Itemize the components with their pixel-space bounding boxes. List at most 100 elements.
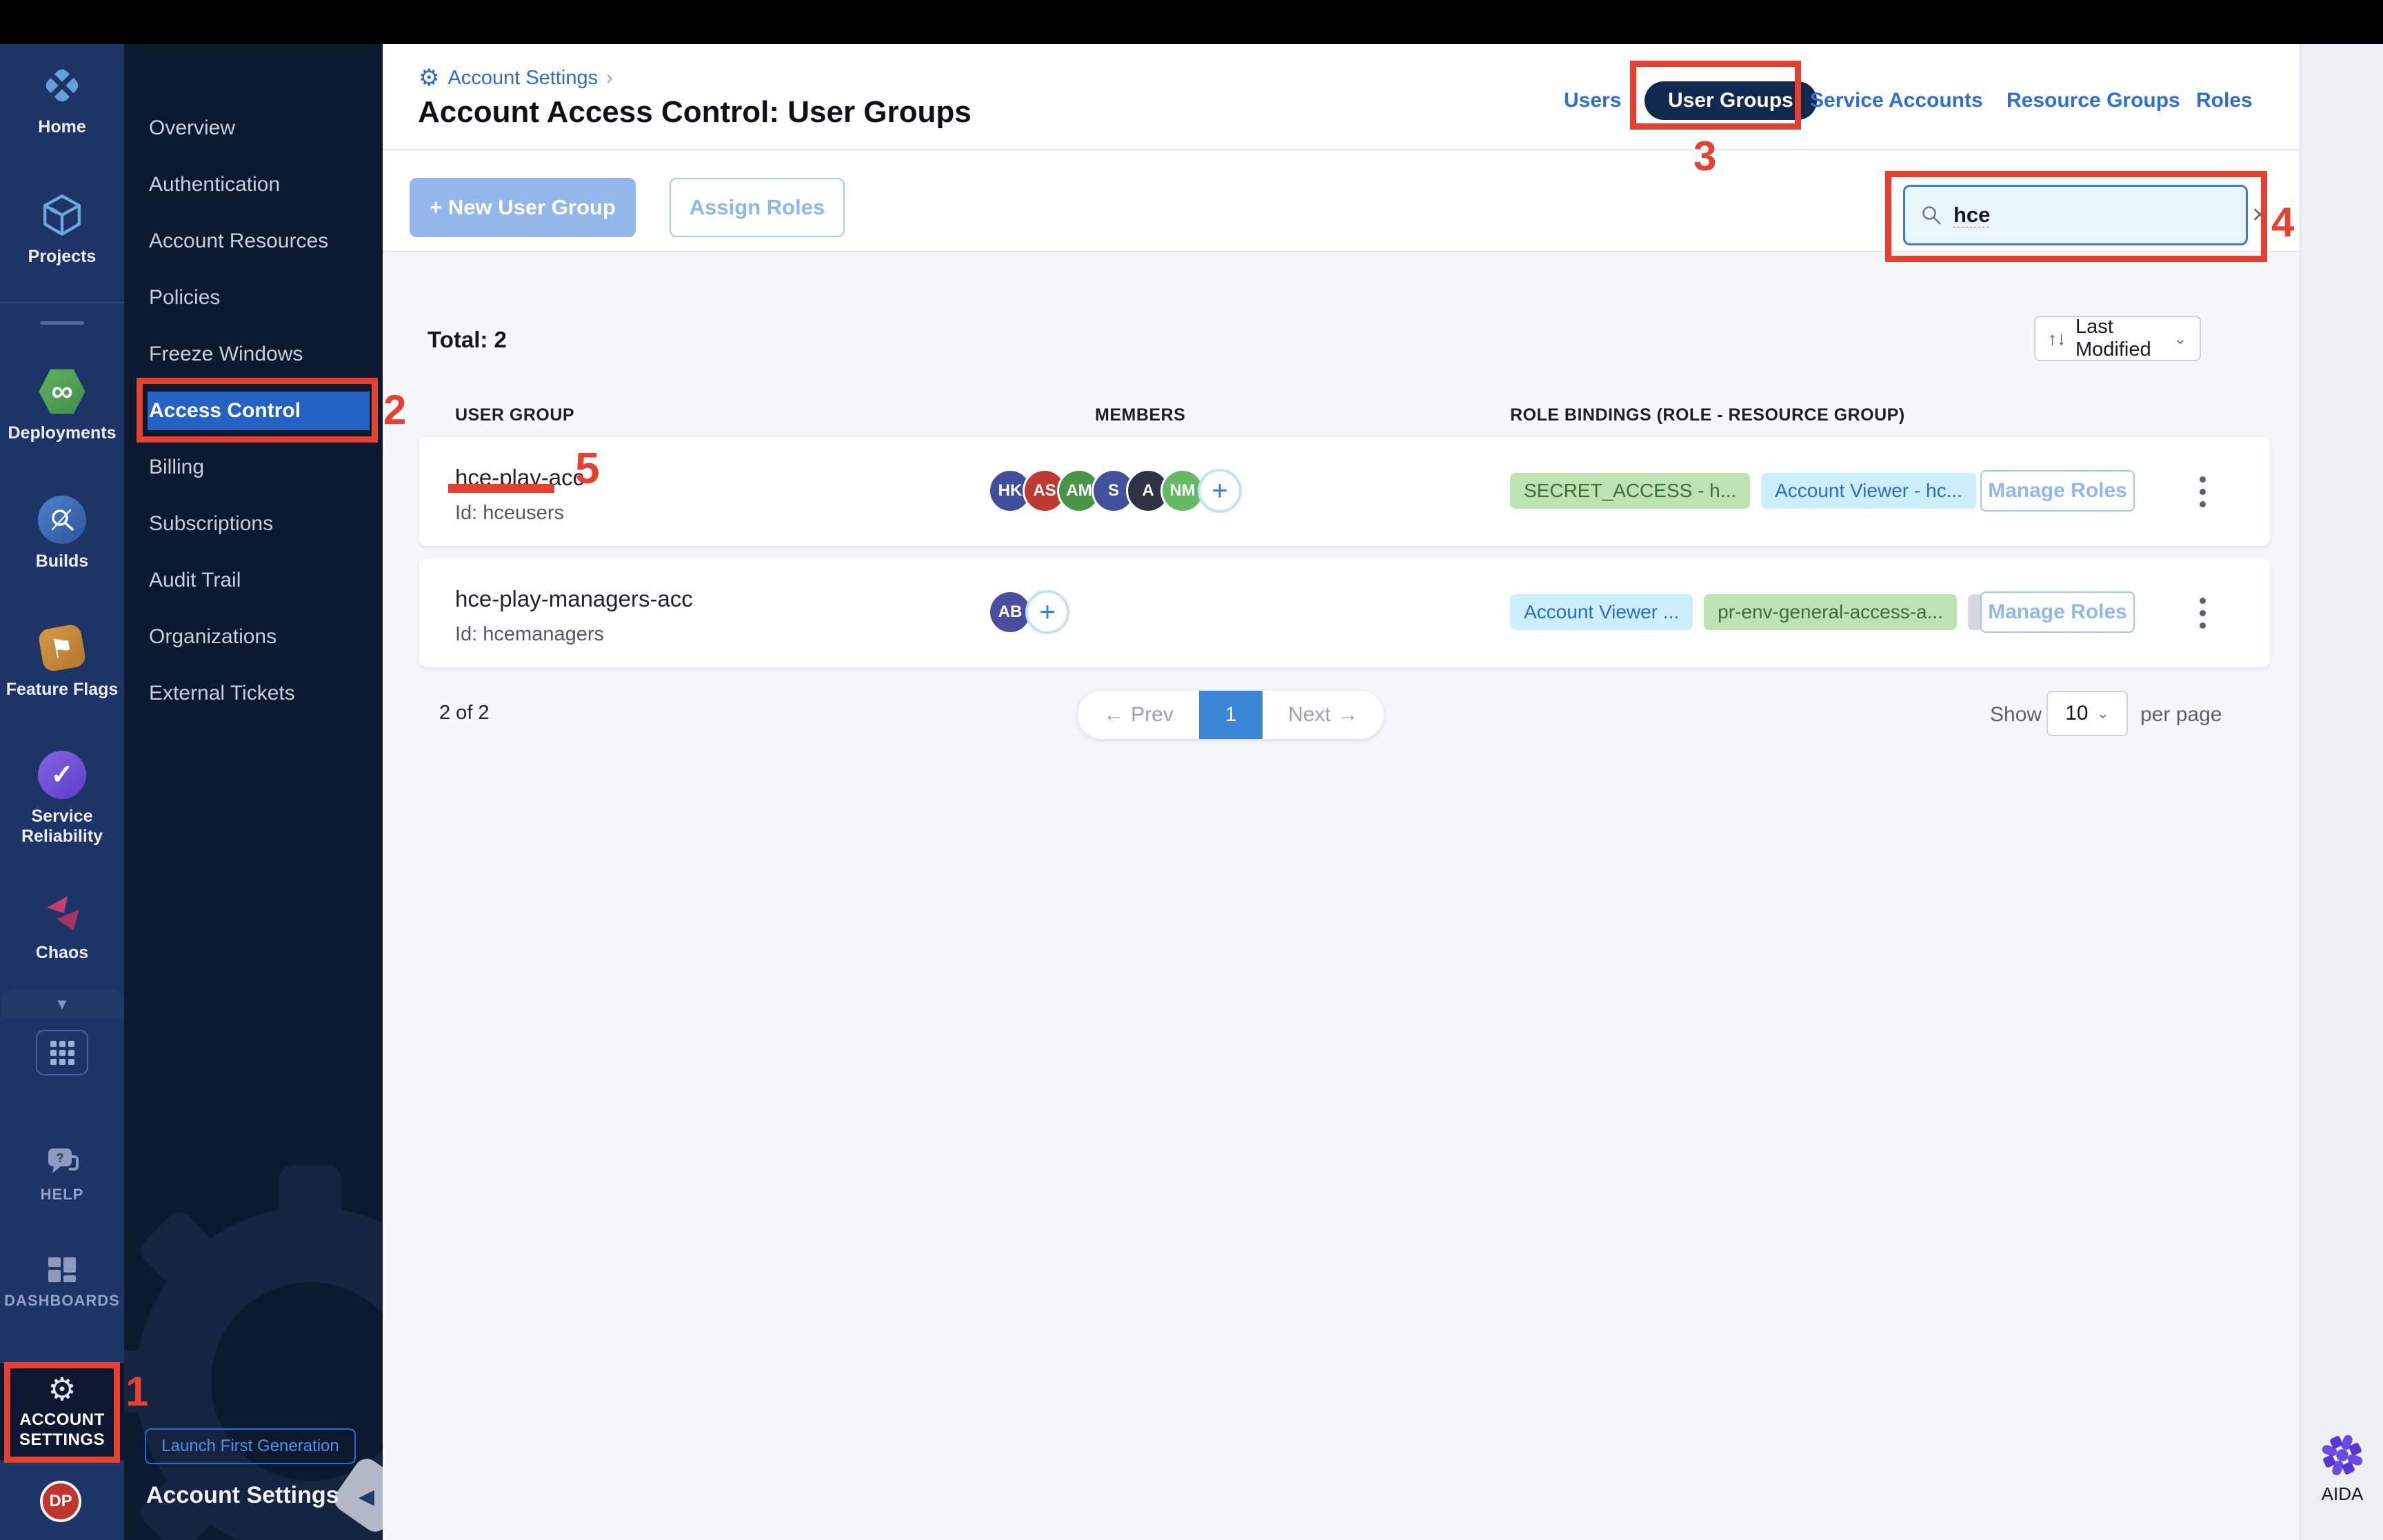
new-user-group-button[interactable]: + New User Group xyxy=(410,178,636,237)
sidebar-item-label: Feature Flags xyxy=(6,680,119,699)
add-member-button[interactable]: + xyxy=(1198,469,1242,513)
sidebar-item-feature-flags[interactable]: ⚑ Feature Flags xyxy=(0,623,124,700)
column-header-user-group: USER GROUP xyxy=(455,405,575,425)
rail-collapse-section[interactable]: ▼ xyxy=(1,990,123,1019)
user-group-row[interactable]: hce-play-acc Id: hceusers HK AS AM S A N… xyxy=(419,437,2270,546)
menu-item-audit-trail[interactable]: Audit Trail xyxy=(149,561,241,600)
aida-widget[interactable]: AIDA xyxy=(2317,1431,2367,1505)
tab-user-groups[interactable]: User Groups xyxy=(1645,81,1817,120)
page-size-dropdown[interactable]: 10 ⌄ xyxy=(2047,691,2128,736)
menu-item-overview[interactable]: Overview xyxy=(149,109,235,148)
chaos-icon xyxy=(37,886,87,936)
row-menu-icon[interactable] xyxy=(2189,469,2216,514)
sidebar-item-label: HELP xyxy=(40,1186,84,1203)
role-bindings: Account Viewer ... pr-env-general-access… xyxy=(1510,594,2023,630)
sort-arrows-icon: ↑↓ xyxy=(2048,327,2066,349)
pagination-next-button[interactable]: Next → xyxy=(1263,691,1384,739)
group-name[interactable]: hce-play-managers-acc xyxy=(455,586,693,612)
search-input[interactable] xyxy=(1953,203,2240,227)
sidebar-item-deployments[interactable]: ∞ Deployments xyxy=(0,367,124,443)
sidebar-item-projects[interactable]: Projects xyxy=(0,190,124,267)
feature-flags-icon: ⚑ xyxy=(37,623,87,673)
builds-icon xyxy=(37,495,87,545)
column-header-role-bindings: ROLE BINDINGS (ROLE - RESOURCE GROUP) xyxy=(1510,405,1905,425)
module-rail: Home Projects ∞ Deployments Builds ⚑ Fea… xyxy=(0,44,124,1540)
menu-item-freeze-windows[interactable]: Freeze Windows xyxy=(149,335,303,374)
menu-item-policies[interactable]: Policies xyxy=(149,278,220,317)
sidebar-item-label: Home xyxy=(38,117,86,136)
sidebar-item-label: ACCOUNT SETTINGS xyxy=(19,1410,105,1449)
menu-item-external-tickets[interactable]: External Tickets xyxy=(149,674,295,713)
tab-roles[interactable]: Roles xyxy=(2196,81,2253,120)
chevron-down-icon: ⌄ xyxy=(2096,705,2109,722)
pagination-page-1[interactable]: 1 xyxy=(1199,691,1263,739)
sidebar-item-account-settings[interactable]: ⚙ ACCOUNT SETTINGS xyxy=(0,1364,124,1460)
pagination-prev-button[interactable]: ← Prev xyxy=(1078,691,1199,739)
sidebar-item-label: DASHBOARDS xyxy=(4,1292,120,1309)
pagination: ← Prev 1 Next → xyxy=(1078,691,1384,739)
launch-first-generation-button[interactable]: Launch First Generation xyxy=(145,1428,356,1464)
user-avatar[interactable]: DP xyxy=(40,1481,81,1522)
tab-resource-groups[interactable]: Resource Groups xyxy=(2007,81,2180,120)
apps-grid-icon xyxy=(50,1040,74,1065)
chevron-down-icon: ▼ xyxy=(54,995,70,1013)
right-gutter: AIDA xyxy=(2300,44,2383,1540)
role-binding-badge[interactable]: Account Viewer ... xyxy=(1510,594,1693,630)
tab-service-accounts[interactable]: Service Accounts xyxy=(1810,81,1983,120)
sidebar-item-help[interactable]: ? HELP xyxy=(0,1146,124,1203)
service-reliability-icon: ✓ xyxy=(37,750,87,800)
top-black-bar xyxy=(0,0,2383,44)
sidebar-item-builds[interactable]: Builds xyxy=(0,495,124,571)
rail-divider xyxy=(0,302,124,303)
members-avatars: HK AS AM S A NM + xyxy=(988,469,1242,513)
breadcrumb-link[interactable]: Account Settings xyxy=(448,67,598,90)
column-header-members: MEMBERS xyxy=(1095,405,1186,425)
menu-item-subscriptions[interactable]: Subscriptions xyxy=(149,505,273,543)
gear-icon: ⚙ xyxy=(48,1371,77,1408)
sidebar-item-service-reliability[interactable]: ✓ Service Reliability xyxy=(0,750,124,847)
clear-search-icon[interactable]: ✕ xyxy=(2251,203,2269,227)
aida-icon xyxy=(2322,1435,2363,1476)
per-page-label: per page xyxy=(2140,703,2222,726)
menu-item-billing[interactable]: Billing xyxy=(149,448,204,487)
collapse-panel-icon[interactable]: ◀ xyxy=(359,1485,374,1509)
gear-icon: ⚙ xyxy=(419,65,440,91)
show-label: Show xyxy=(1990,703,2042,726)
sidebar-item-home[interactable]: Home xyxy=(0,61,124,137)
sidebar-item-chaos[interactable]: Chaos xyxy=(0,886,124,963)
header-divider xyxy=(383,149,2300,150)
role-binding-badge[interactable]: pr-env-general-access-a... xyxy=(1704,594,1957,630)
group-name[interactable]: hce-play-acc xyxy=(455,465,584,491)
help-icon: ? xyxy=(44,1146,80,1179)
module-picker-button[interactable] xyxy=(36,1030,88,1075)
manage-roles-button[interactable]: Manage Roles xyxy=(1980,470,2135,511)
chevron-down-icon: ⌄ xyxy=(2173,329,2187,348)
aida-label: AIDA xyxy=(2321,1483,2364,1504)
sort-value: Last Modified xyxy=(2075,316,2151,361)
menu-item-organizations[interactable]: Organizations xyxy=(149,618,276,656)
members-avatars: AB + xyxy=(988,590,1069,634)
sidebar-item-label: Deployments xyxy=(8,423,117,443)
sort-dropdown[interactable]: ↑↓ Last Modified ⌄ xyxy=(2034,316,2201,361)
total-count: Total: 2 xyxy=(428,327,507,352)
sidebar-item-label: Service Reliability xyxy=(21,807,103,846)
menu-item-access-control[interactable]: Access Control xyxy=(148,392,370,430)
page-title: Account Access Control: User Groups xyxy=(418,95,972,129)
add-member-button[interactable]: + xyxy=(1025,590,1069,634)
deployments-icon: ∞ xyxy=(37,367,87,416)
assign-roles-button[interactable]: Assign Roles xyxy=(670,178,845,237)
panel-title: Account Settings xyxy=(146,1482,339,1508)
app-window: Home Projects ∞ Deployments Builds ⚑ Fea… xyxy=(0,0,2383,1540)
manage-roles-button[interactable]: Manage Roles xyxy=(1980,591,2135,633)
sidebar-item-dashboards[interactable]: DASHBOARDS xyxy=(0,1255,124,1309)
list-body: Total: 2 ↑↓ Last Modified ⌄ USER GROUP M… xyxy=(383,252,2300,1540)
user-group-row[interactable]: hce-play-managers-acc Id: hcemanagers AB… xyxy=(419,558,2270,667)
role-binding-badge[interactable]: Account Viewer - hc... xyxy=(1761,473,1976,509)
menu-item-authentication[interactable]: Authentication xyxy=(149,165,280,204)
row-menu-icon[interactable] xyxy=(2189,590,2216,636)
sidebar-item-label: Builds xyxy=(35,551,89,571)
tab-users[interactable]: Users xyxy=(1564,81,1621,120)
menu-item-account-resources[interactable]: Account Resources xyxy=(149,222,328,261)
role-binding-badge[interactable]: SECRET_ACCESS - h... xyxy=(1510,473,1751,509)
arrow-right-icon: → xyxy=(1337,703,1358,726)
